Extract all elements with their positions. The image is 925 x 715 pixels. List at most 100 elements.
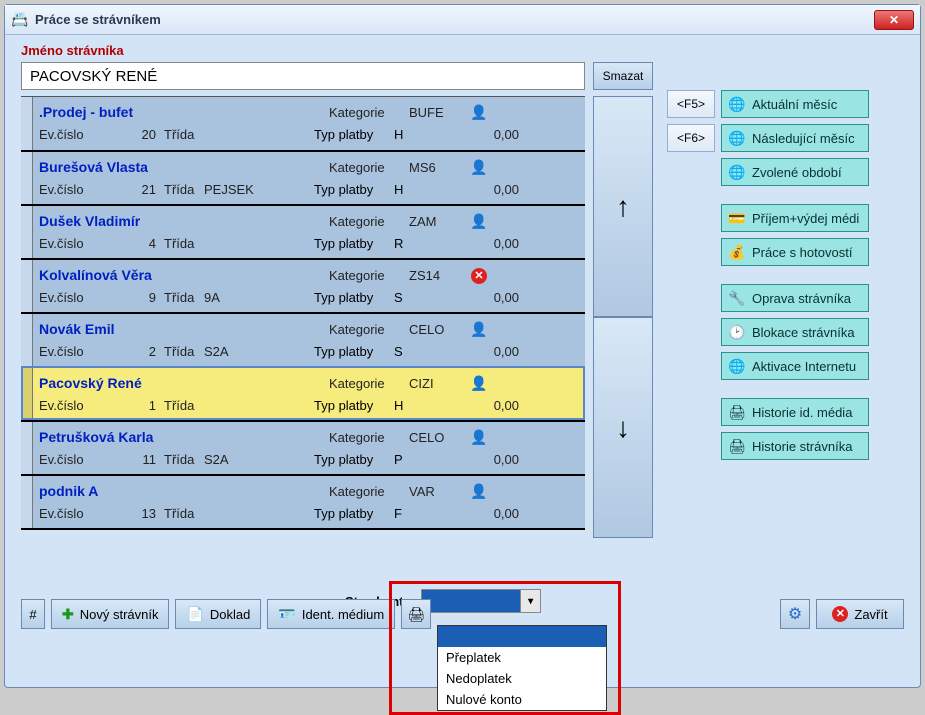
document-button[interactable]: 📄 Doklad xyxy=(175,599,261,629)
printer-icon: 🖨 xyxy=(407,606,425,623)
period-label: Zvolené období xyxy=(752,165,842,180)
printer-icon: 🖨 xyxy=(728,404,746,421)
diner-history-button[interactable]: 🖨 Historie strávníka xyxy=(721,432,869,460)
payment-type-value: F xyxy=(394,506,449,521)
new-diner-button[interactable]: ✚ Nový strávník xyxy=(51,599,169,629)
period-button[interactable]: 🌐 Zvolené období xyxy=(721,158,869,186)
class-label: Třída xyxy=(164,344,204,359)
row-handle xyxy=(21,422,33,474)
printer-icon: 🖨 xyxy=(728,438,746,455)
person-icon: 👤 xyxy=(470,159,487,175)
row-handle xyxy=(21,314,33,366)
diner-name: Pacovský René xyxy=(39,375,329,391)
ev-label: Ev.číslo xyxy=(39,182,104,197)
f5-key-button[interactable]: <F5> xyxy=(667,90,715,118)
media-history-label: Historie id. média xyxy=(752,405,852,420)
media-history-button[interactable]: 🖨 Historie id. média xyxy=(721,398,869,426)
amount-value: 0,00 xyxy=(479,506,519,521)
amount-value: 0,00 xyxy=(479,182,519,197)
current-month-button[interactable]: 🌐 Aktuální měsíc xyxy=(721,90,869,118)
class-label: Třída xyxy=(164,398,204,413)
list-row[interactable]: Dušek VladimírKategorieZAM👤Ev.číslo4Tříd… xyxy=(21,204,585,258)
cash-icon: 💰 xyxy=(728,244,746,261)
block-diner-button[interactable]: 🕑 Blokace strávníka xyxy=(721,318,869,346)
list-row[interactable]: .Prodej - bufetKategorieBUFE👤Ev.číslo20T… xyxy=(21,96,585,150)
category-value: VAR xyxy=(409,484,464,499)
scroll-down-button[interactable]: ↓ xyxy=(593,317,653,538)
category-label: Kategorie xyxy=(329,214,409,229)
dropdown-option[interactable] xyxy=(438,626,606,647)
row-content: podnik AKategorieVAR👤Ev.číslo13TřídaTyp … xyxy=(33,476,585,528)
diner-name: Novák Emil xyxy=(39,321,329,337)
ev-label: Ev.číslo xyxy=(39,290,104,305)
class-value: S2A xyxy=(204,452,314,467)
search-input[interactable] xyxy=(21,62,585,90)
internet-button[interactable]: 🌐 Aktivace Internetu xyxy=(721,352,869,380)
media-io-label: Příjem+výdej médi xyxy=(752,211,859,226)
error-icon: ✕ xyxy=(471,268,487,284)
list-row[interactable]: Kolvalínová VěraKategorieZS14✕Ev.číslo9T… xyxy=(21,258,585,312)
list-row[interactable]: Pacovský RenéKategorieCIZI👤Ev.číslo1Tříd… xyxy=(21,366,585,420)
amount-value: 0,00 xyxy=(479,344,519,359)
list-row[interactable]: Novák EmilKategorieCELO👤Ev.číslo2TřídaS2… xyxy=(21,312,585,366)
ident-medium-button[interactable]: 🪪 Ident. médium xyxy=(267,599,395,629)
ev-label: Ev.číslo xyxy=(39,506,104,521)
class-label: Třída xyxy=(164,182,204,197)
clear-button[interactable]: Smazat xyxy=(593,62,653,90)
media-io-button[interactable]: 💳 Příjem+výdej médi xyxy=(721,204,869,232)
row-content: Burešová VlastaKategorieMS6👤Ev.číslo21Tř… xyxy=(33,152,585,204)
class-label: Třída xyxy=(164,127,204,142)
globe-icon: 🌐 xyxy=(728,130,746,147)
f6-key-button[interactable]: <F6> xyxy=(667,124,715,152)
list-row[interactable]: Burešová VlastaKategorieMS6👤Ev.číslo21Tř… xyxy=(21,150,585,204)
amount-value: 0,00 xyxy=(479,290,519,305)
amount-value: 0,00 xyxy=(479,452,519,467)
payment-type-label: Typ platby xyxy=(314,398,394,413)
scroll-up-button[interactable]: ↑ xyxy=(593,96,653,317)
ident-medium-label: Ident. médium xyxy=(302,607,384,622)
category-label: Kategorie xyxy=(329,268,409,283)
window-body: Jméno strávníka Smazat .Prodej - bufetKa… xyxy=(5,35,920,687)
payment-type-value: H xyxy=(394,398,449,413)
category-label: Kategorie xyxy=(329,105,409,120)
list-row[interactable]: Petrušková KarlaKategorieCELO👤Ev.číslo11… xyxy=(21,420,585,474)
person-icon: 👤 xyxy=(470,375,487,391)
block-diner-label: Blokace strávníka xyxy=(752,325,855,340)
diner-name: Petrušková Karla xyxy=(39,429,329,445)
main-label: Jméno strávníka xyxy=(21,43,904,58)
category-value: CIZI xyxy=(409,376,464,391)
person-icon: 👤 xyxy=(470,104,487,120)
status-cell: ✕ xyxy=(464,266,494,284)
dropdown-option[interactable]: Přeplatek xyxy=(438,647,606,668)
status-cell: 👤 xyxy=(464,159,494,176)
row-content: .Prodej - bufetKategorieBUFE👤Ev.číslo20T… xyxy=(33,97,585,150)
dropdown-option[interactable]: Nedoplatek xyxy=(438,668,606,689)
row-content: Dušek VladimírKategorieZAM👤Ev.číslo4Tříd… xyxy=(33,206,585,258)
partial-button[interactable]: 🖨 xyxy=(401,599,431,629)
row-content: Novák EmilKategorieCELO👤Ev.číslo2TřídaS2… xyxy=(33,314,585,366)
person-icon: 👤 xyxy=(470,321,487,337)
card-icon: 💳 xyxy=(728,210,746,227)
hash-button[interactable]: # xyxy=(21,599,45,629)
list-row[interactable]: podnik AKategorieVAR👤Ev.číslo13TřídaTyp … xyxy=(21,474,585,528)
class-label: Třída xyxy=(164,290,204,305)
settings-button[interactable]: ⚙ xyxy=(780,599,810,629)
gear-icon: ⚙ xyxy=(788,604,802,624)
id-card-icon: 🪪 xyxy=(278,606,295,623)
ev-value: 2 xyxy=(104,344,164,359)
account-status-dropdown[interactable]: PřeplatekNedoplatekNulové konto xyxy=(437,625,607,711)
window-close-button[interactable]: ✕ xyxy=(874,10,914,30)
next-month-button[interactable]: 🌐 Následující měsíc xyxy=(721,124,869,152)
diner-list: .Prodej - bufetKategorieBUFE👤Ev.číslo20T… xyxy=(21,96,585,530)
ev-value: 4 xyxy=(104,236,164,251)
dropdown-option[interactable]: Nulové konto xyxy=(438,689,606,710)
diner-name: Burešová Vlasta xyxy=(39,159,329,175)
amount-value: 0,00 xyxy=(479,236,519,251)
window-title: Práce se strávníkem xyxy=(35,12,874,27)
edit-diner-button[interactable]: 🔧 Oprava strávníka xyxy=(721,284,869,312)
row-handle xyxy=(21,368,33,420)
person-icon: 👤 xyxy=(470,213,487,229)
cash-button[interactable]: 💰 Práce s hotovostí xyxy=(721,238,869,266)
close-button[interactable]: ✕ Zavřít xyxy=(816,599,904,629)
category-value: MS6 xyxy=(409,160,464,175)
